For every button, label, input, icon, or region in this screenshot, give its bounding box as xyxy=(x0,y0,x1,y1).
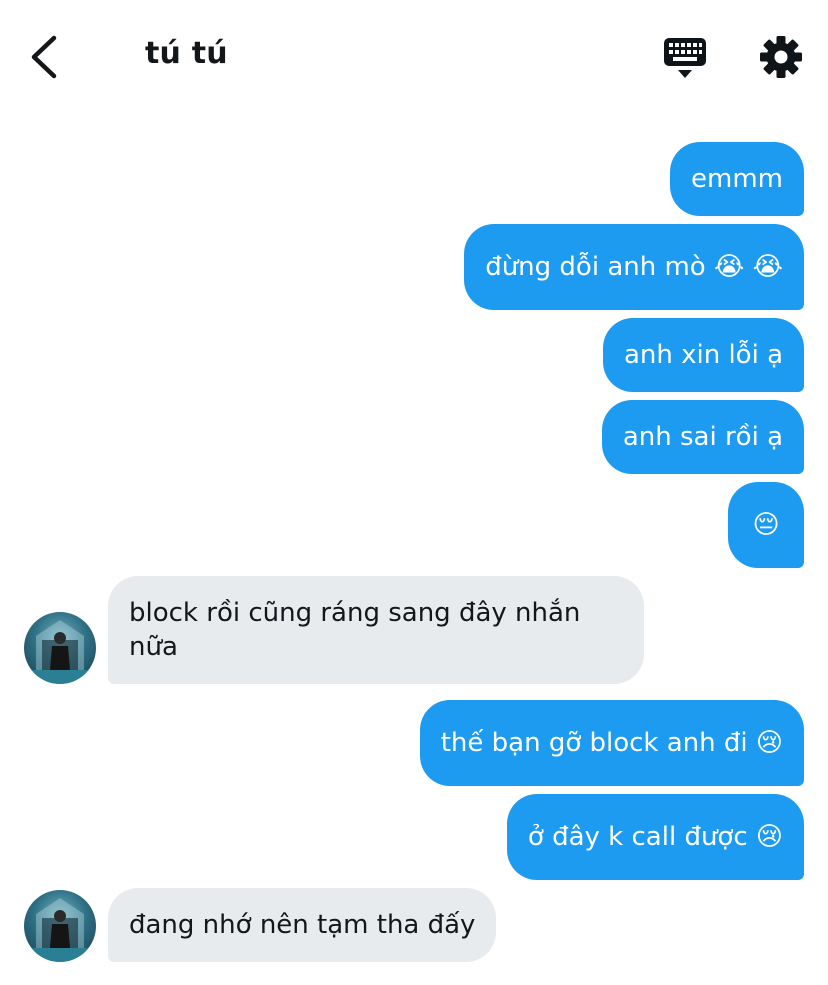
avatar[interactable] xyxy=(24,612,96,684)
keyboard-icon xyxy=(664,38,706,78)
message-bubble-received[interactable]: block rồi cũng ráng sang đây nhắn nữa xyxy=(108,576,644,684)
avatar-photo xyxy=(24,620,96,684)
message-bubble-sent[interactable]: ở đây k call được 😢 xyxy=(506,794,804,880)
conversation-title[interactable]: tú tú xyxy=(145,36,228,71)
message-text: anh xin lỗi ạ xyxy=(623,340,783,370)
message-text: 😔 xyxy=(752,510,780,540)
back-button[interactable] xyxy=(22,30,68,84)
message-text: thế bạn gỡ block anh đi 😢 xyxy=(440,728,783,758)
message-text: anh sai rồi ạ xyxy=(622,422,783,452)
keyboard-button[interactable] xyxy=(662,34,708,82)
chevron-left-icon xyxy=(31,35,57,79)
chat-header: tú tú xyxy=(0,0,828,112)
message-text: ở đây k call được 😢 xyxy=(527,822,783,852)
message-bubble-received[interactable]: đang nhớ nên tạm tha đấy xyxy=(108,888,497,962)
avatar-photo xyxy=(24,898,96,962)
message-text: đừng dỗi anh mò 😭 😭 xyxy=(485,252,783,282)
message-bubble-sent[interactable]: anh sai rồi ạ xyxy=(601,400,804,474)
avatar[interactable] xyxy=(24,890,96,962)
gear-icon xyxy=(760,36,802,78)
message-bubble-sent[interactable]: emmm xyxy=(670,142,804,216)
message-text: emmm xyxy=(691,164,783,194)
chat-screen: tú tú emmm đừng dỗi anh mò 😭 😭 anh xin l… xyxy=(0,0,828,985)
message-bubble-sent[interactable]: thế bạn gỡ block anh đi 😢 xyxy=(419,700,804,786)
message-text: đang nhớ nên tạm tha đấy xyxy=(129,910,476,940)
message-text: block rồi cũng ráng sang đây nhắn nữa xyxy=(129,598,581,662)
message-bubble-sent[interactable]: anh xin lỗi ạ xyxy=(602,318,804,392)
message-bubble-sent[interactable]: 😔 xyxy=(728,482,804,568)
settings-button[interactable] xyxy=(758,34,804,80)
message-bubble-sent[interactable]: đừng dỗi anh mò 😭 😭 xyxy=(464,224,804,310)
